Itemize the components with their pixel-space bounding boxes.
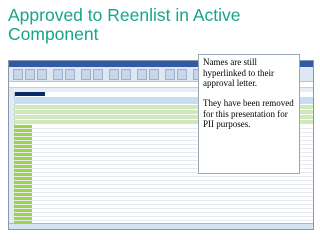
grid-line — [14, 180, 313, 181]
grid-line — [14, 176, 313, 177]
slide-title: Approved to Reenlist in Active Component — [8, 5, 241, 44]
ribbon-icon — [137, 69, 147, 80]
grid-line — [14, 208, 313, 209]
grid-line — [14, 216, 313, 217]
ribbon-icon — [93, 69, 103, 80]
ribbon-icon — [13, 69, 23, 80]
grid-line — [14, 196, 313, 197]
ribbon-icon — [25, 69, 35, 80]
ribbon-icon — [149, 69, 159, 80]
ribbon-icon — [53, 69, 63, 80]
ribbon-icon — [165, 69, 175, 80]
ribbon-icon — [37, 69, 47, 80]
grid-line — [14, 192, 313, 193]
ribbon-icon — [65, 69, 75, 80]
grid-line — [14, 204, 313, 205]
grid-line — [14, 220, 313, 221]
ribbon-icon — [121, 69, 131, 80]
ribbon-icon — [109, 69, 119, 80]
sheet-banner — [15, 92, 45, 96]
callout-paragraph-hyperlink: Names are still hyperlinked to their app… — [203, 57, 274, 88]
grid-line — [14, 184, 313, 185]
ribbon-icon — [177, 69, 187, 80]
excel-status-bar — [9, 223, 313, 229]
ribbon-icon — [81, 69, 91, 80]
grid-line — [14, 212, 313, 213]
grid-line — [14, 200, 313, 201]
pii-note-callout: Names are still hyperlinked to their app… — [198, 54, 300, 174]
callout-paragraph-pii: They have been removed for this presenta… — [203, 98, 294, 129]
grid-line — [14, 188, 313, 189]
